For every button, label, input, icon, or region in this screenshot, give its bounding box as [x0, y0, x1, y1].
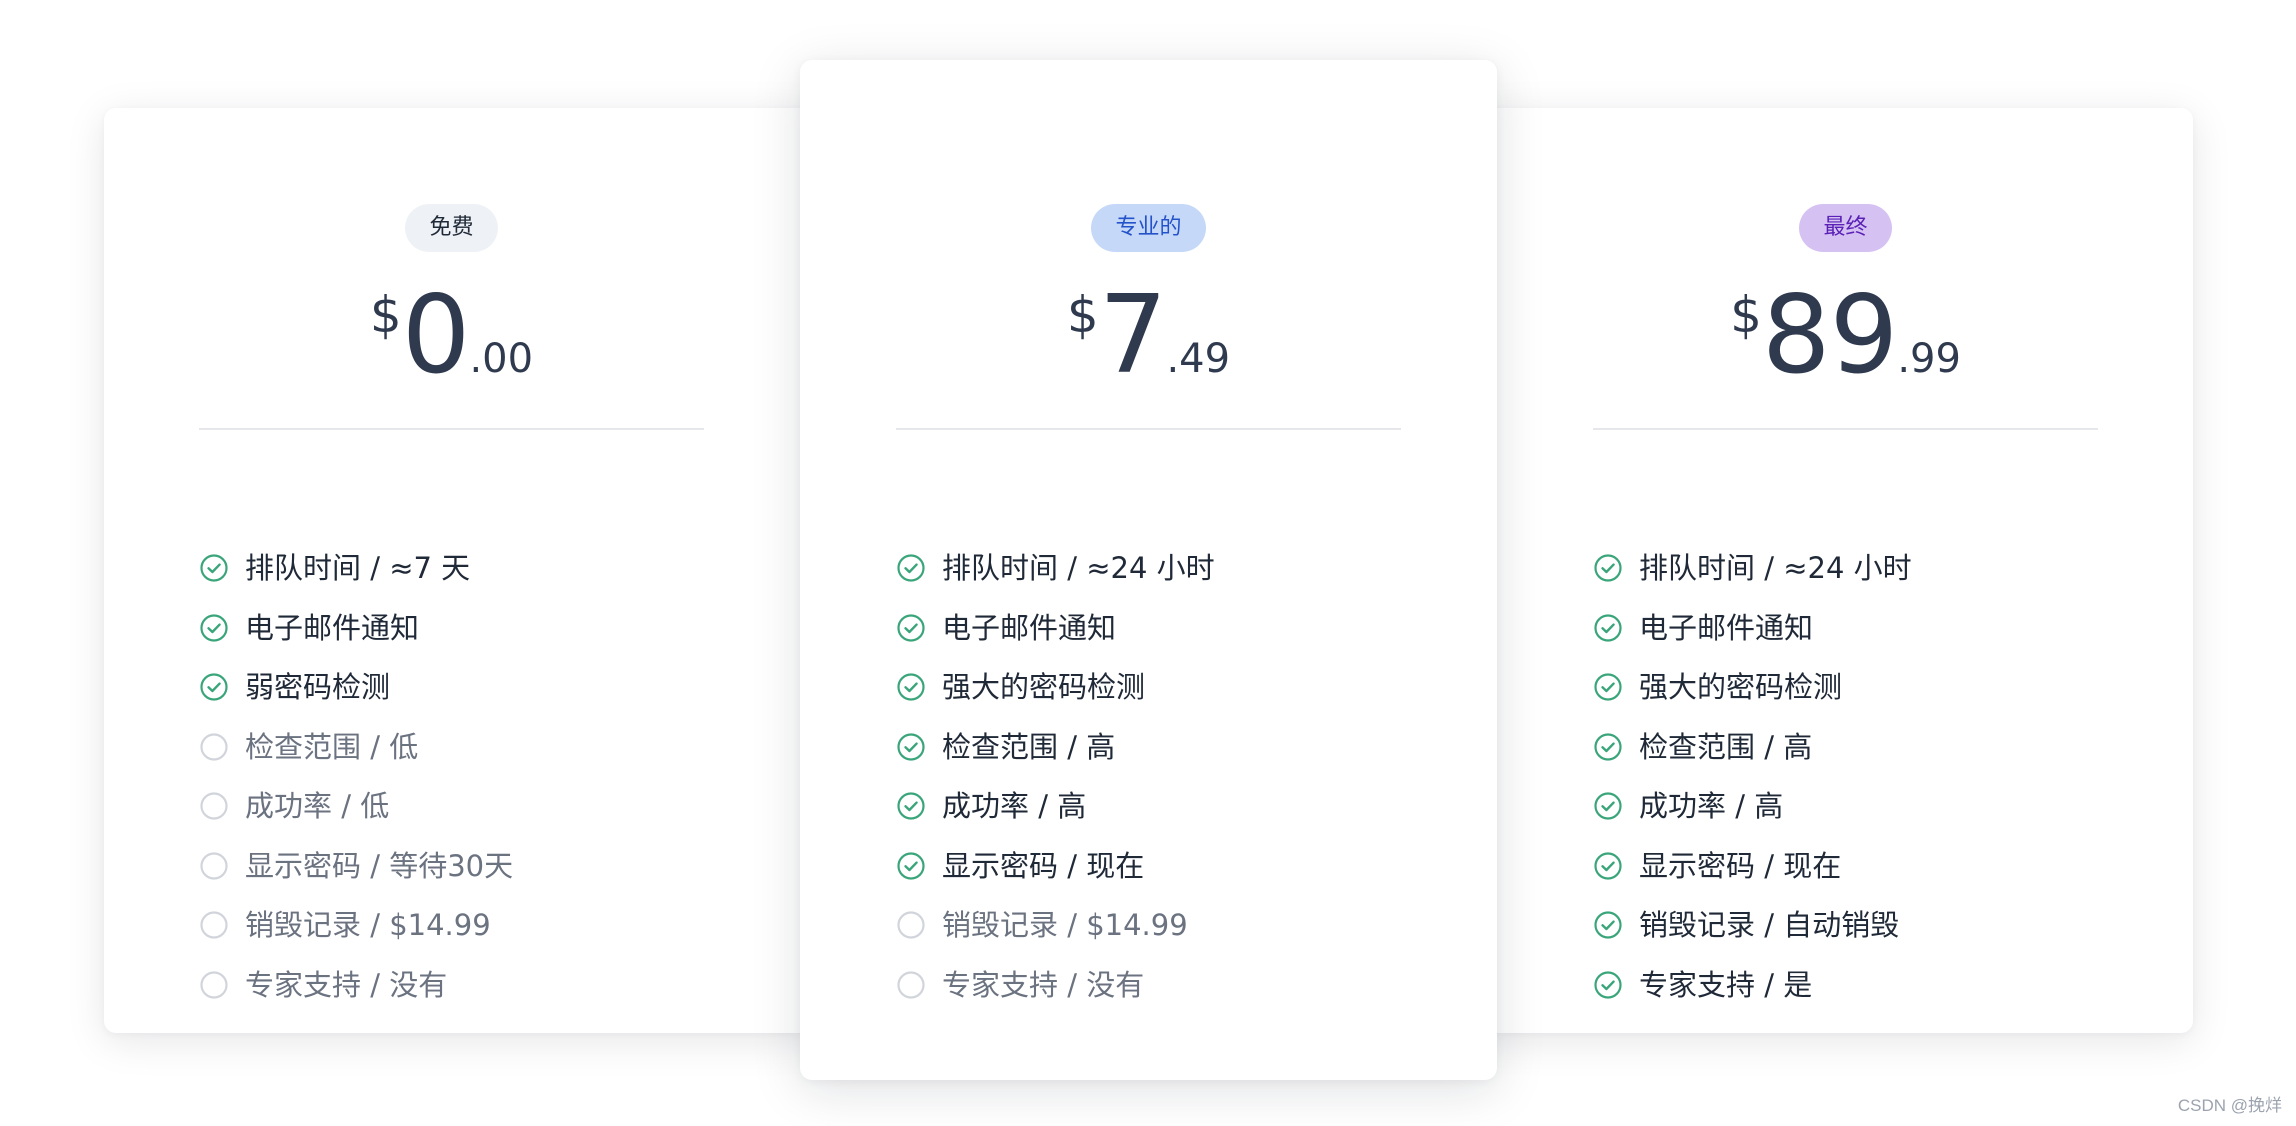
feature-text: 电子邮件通知	[942, 610, 1117, 645]
feature-text: 专家支持 / 没有	[245, 967, 448, 1002]
feature-text: 检查范围 / 高	[1639, 729, 1813, 764]
check-circle-icon	[1594, 851, 1622, 880]
feature-text: 排队时间 / ≈24 小时	[1639, 551, 1912, 585]
feature-text: 显示密码 / 现在	[942, 848, 1145, 883]
check-circle-icon	[200, 673, 228, 701]
feature-item: 电子邮件通知	[1593, 608, 1813, 648]
feature-text: 强大的密码检测	[942, 670, 1146, 704]
feature-item: 强大的密码检测	[1593, 667, 1842, 707]
empty-circle-icon	[200, 851, 228, 880]
feature-item: 排队时间 / ≈7 天	[199, 548, 470, 588]
check-circle-icon	[1594, 792, 1622, 820]
feature-item: 显示密码 / 等待30天	[199, 846, 513, 886]
feature-text: 显示密码 / 等待30天	[245, 848, 514, 883]
feature-item: 专家支持 / 没有	[199, 965, 447, 1005]
feature-text: 排队时间 / ≈24 小时	[942, 551, 1215, 585]
divider	[199, 428, 704, 430]
check-circle-icon	[897, 851, 925, 880]
feature-text: 销毁记录 / 自动销毁	[1639, 908, 1900, 942]
plan-card-pro[interactable]: 专业的 $7.49 排队时间 / ≈24 小时 电子邮件通知 强大的密码检测 检查范围…	[800, 60, 1497, 1080]
feature-item: 显示密码 / 现在	[1593, 846, 1841, 886]
feature-item: 成功率 / 高	[1593, 786, 1783, 826]
feature-item: 成功率 / 高	[896, 786, 1086, 826]
feature-item: 检查范围 / 低	[199, 727, 418, 767]
feature-text: 检查范围 / 低	[245, 729, 419, 764]
empty-circle-icon	[200, 970, 228, 999]
check-circle-icon	[1594, 673, 1622, 701]
price-integer: 7	[1098, 273, 1168, 398]
divider	[1593, 428, 2098, 430]
feature-text: 排队时间 / ≈7 天	[245, 551, 471, 585]
empty-circle-icon	[897, 911, 925, 939]
empty-circle-icon	[200, 732, 228, 761]
check-circle-icon	[897, 554, 925, 582]
feature-item: 强大的密码检测	[896, 667, 1145, 707]
feature-text: 成功率 / 高	[1639, 789, 1784, 823]
feature-item: 排队时间 / ≈24 小时	[1593, 548, 1912, 588]
check-circle-icon	[1594, 554, 1622, 582]
feature-text: 销毁记录 / $14.99	[942, 908, 1188, 942]
feature-text: 检查范围 / 高	[942, 729, 1116, 764]
plan-price: $89.99	[1593, 276, 2098, 396]
check-circle-icon	[1594, 732, 1622, 761]
price-cents: .99	[1897, 336, 1961, 382]
check-circle-icon	[897, 673, 925, 701]
feature-item: 检查范围 / 高	[1593, 727, 1812, 767]
feature-item: 电子邮件通知	[199, 608, 419, 648]
check-circle-icon	[897, 732, 925, 761]
feature-item: 销毁记录 / 自动销毁	[1593, 905, 1899, 945]
price-currency: $	[1730, 286, 1762, 344]
price-cents: .49	[1166, 336, 1231, 382]
feature-text: 弱密码检测	[245, 670, 391, 704]
check-circle-icon	[200, 554, 228, 582]
plan-badge: 最终	[1799, 204, 1892, 252]
check-circle-icon	[897, 792, 925, 820]
plan-card-ultimate[interactable]: 最终 $89.99 排队时间 / ≈24 小时 电子邮件通知 强大的密码检测 检查范围…	[1478, 108, 2193, 1033]
feature-item: 销毁记录 / $14.99	[896, 905, 1188, 945]
feature-text: 专家支持 / 是	[1639, 967, 1813, 1002]
feature-item: 检查范围 / 高	[896, 727, 1115, 767]
feature-item: 排队时间 / ≈24 小时	[896, 548, 1215, 588]
feature-item: 专家支持 / 没有	[896, 965, 1144, 1005]
check-circle-icon	[1594, 970, 1622, 999]
plan-price: $7.49	[896, 276, 1401, 396]
price-integer: 89	[1761, 273, 1898, 398]
check-circle-icon	[1594, 613, 1622, 642]
price-cents: .00	[469, 336, 534, 382]
feature-text: 电子邮件通知	[245, 610, 420, 645]
feature-item: 显示密码 / 现在	[896, 846, 1144, 886]
empty-circle-icon	[897, 970, 925, 999]
price-integer: 0	[401, 273, 471, 398]
feature-item: 专家支持 / 是	[1593, 965, 1812, 1005]
pricing-page: 免费 $0.00 排队时间 / ≈7 天电子邮件通知 弱密码检测 检查范围 / 低成…	[0, 0, 2296, 1126]
price-currency: $	[369, 286, 402, 344]
check-circle-icon	[897, 613, 925, 642]
feature-text: 成功率 / 高	[942, 789, 1087, 823]
plan-card-free[interactable]: 免费 $0.00 排队时间 / ≈7 天电子邮件通知 弱密码检测检查范围 / 低成…	[104, 108, 819, 1033]
feature-text: 销毁记录 / $14.99	[245, 908, 491, 942]
divider	[896, 428, 1401, 430]
price-currency: $	[1066, 286, 1099, 344]
check-circle-icon	[1594, 911, 1622, 939]
feature-text: 显示密码 / 现在	[1639, 848, 1842, 883]
feature-item: 电子邮件通知	[896, 608, 1116, 648]
plan-price: $0.00	[199, 276, 704, 396]
feature-text: 强大的密码检测	[1639, 670, 1843, 704]
plan-badge: 专业的	[1091, 204, 1206, 252]
plan-badge: 免费	[405, 204, 498, 252]
feature-text: 成功率 / 低	[245, 789, 390, 823]
feature-text: 电子邮件通知	[1639, 610, 1814, 645]
feature-item: 成功率 / 低	[199, 786, 389, 826]
empty-circle-icon	[200, 911, 228, 939]
feature-item: 弱密码检测	[199, 667, 390, 707]
check-circle-icon	[200, 613, 228, 642]
feature-item: 销毁记录 / $14.99	[199, 905, 491, 945]
empty-circle-icon	[200, 792, 228, 820]
watermark: CSDN @挽烊	[2177, 1096, 2282, 1115]
feature-text: 专家支持 / 没有	[942, 967, 1145, 1002]
